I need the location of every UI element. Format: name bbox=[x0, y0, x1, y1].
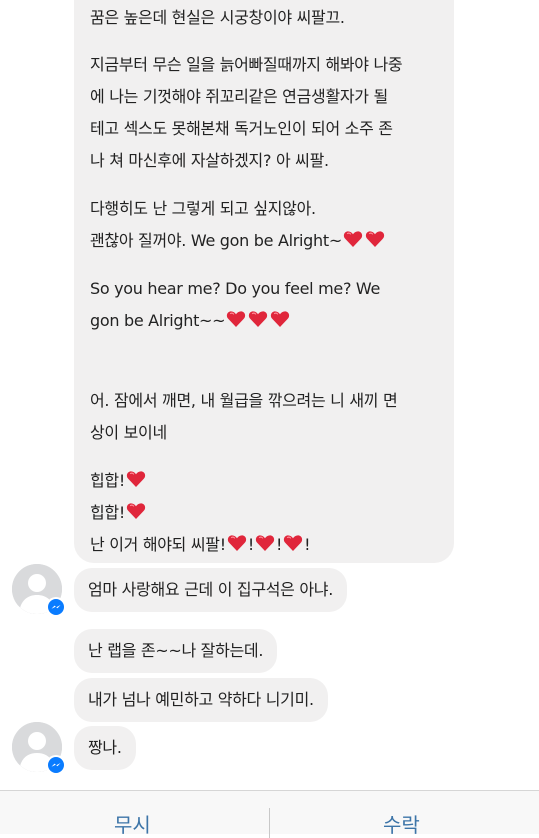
message-paragraph: 다행히도 난 그렇게 되고 싶지않아. 괜찮아 질꺼야. We gon be A… bbox=[90, 193, 438, 257]
heart-icon bbox=[283, 535, 303, 551]
message-line: 에 나는 기껏해야 쥐꼬리같은 연금생활자가 될 bbox=[90, 87, 388, 106]
message-text: 난 이거 해야되 씨팔! bbox=[90, 535, 226, 554]
heart-icon bbox=[126, 503, 146, 519]
message-paragraph: 꿈은 높은데 현실은 시궁창이야 씨팔끄. bbox=[90, 2, 438, 34]
message-bubble: 엄마 사랑해요 근데 이 집구석은 아냐. bbox=[74, 568, 348, 612]
heart-icon bbox=[365, 231, 385, 247]
message-line: 꿈은 높은데 현실은 시궁창이야 씨팔끄. bbox=[90, 8, 345, 27]
message-paragraph: 힙합! 힙합! 난 이거 해야되 씨팔!!!! bbox=[90, 465, 438, 561]
accept-button[interactable]: 수락 bbox=[383, 812, 420, 838]
message-line: 난 이거 해야되 씨팔!!!! bbox=[90, 529, 438, 561]
heart-icon bbox=[255, 535, 275, 551]
messenger-badge-icon bbox=[46, 755, 66, 775]
message-text: 힙합! bbox=[90, 503, 125, 522]
heart-icon bbox=[227, 535, 246, 551]
message-text: 난 랩을 존~~나 잘하는데. bbox=[88, 641, 264, 660]
messenger-badge-icon bbox=[46, 597, 66, 617]
heart-icon bbox=[126, 471, 146, 487]
heart-icon bbox=[271, 311, 290, 327]
heart-icon bbox=[227, 311, 246, 327]
message-line: 어. 잠에서 깨면, 내 월급을 깎으려는 니 새끼 면 bbox=[90, 391, 398, 410]
message-bubble: 짱나. bbox=[74, 726, 136, 770]
message-text: gon be Alright~~ bbox=[90, 311, 226, 330]
message-text: 괜찮아 질꺼야. We gon be Alright~ bbox=[90, 231, 342, 250]
message-line: 괜찮아 질꺼야. We gon be Alright~ bbox=[90, 225, 438, 257]
ignore-button[interactable]: 무시 bbox=[114, 812, 151, 838]
message-line: 지금부터 무슨 일을 늙어빠질때까지 해봐야 나중 bbox=[90, 55, 403, 74]
message-text: ! bbox=[304, 535, 311, 554]
message-text: 내가 넘나 예민하고 약하다 니기미. bbox=[88, 690, 314, 709]
message-line: 다행히도 난 그렇게 되고 싶지않아. bbox=[90, 199, 316, 218]
action-divider bbox=[269, 808, 270, 838]
message-line: So you hear me? Do you feel me? We bbox=[90, 279, 381, 298]
message-paragraph: 어. 잠에서 깨면, 내 월급을 깎으려는 니 새끼 면 상이 보이네 bbox=[90, 385, 438, 449]
message-text: 엄마 사랑해요 근데 이 집구석은 아냐. bbox=[88, 580, 334, 599]
message-line: 힙합! bbox=[90, 465, 438, 497]
heart-icon bbox=[343, 231, 363, 247]
message-text: 힙합! bbox=[90, 471, 125, 490]
message-text: 짱나. bbox=[88, 738, 122, 757]
message-text: ! bbox=[275, 535, 283, 554]
message-paragraph: So you hear me? Do you feel me? We gon b… bbox=[90, 273, 438, 337]
message-line: 힙합! bbox=[90, 497, 438, 529]
message-bubble: 내가 넘나 예민하고 약하다 니기미. bbox=[74, 678, 328, 722]
message-text: ! bbox=[247, 535, 254, 554]
message-line: 상이 보이네 bbox=[90, 423, 167, 442]
message-bubble-long: 꿈은 높은데 현실은 시궁창이야 씨팔끄. 지금부터 무슨 일을 늙어빠질때까지… bbox=[74, 0, 454, 563]
message-paragraph: 지금부터 무슨 일을 늙어빠질때까지 해봐야 나중 에 나는 기껏해야 쥐꼬리같… bbox=[90, 49, 438, 177]
heart-icon bbox=[249, 311, 268, 327]
message-line: gon be Alright~~ bbox=[90, 305, 438, 337]
message-bubble: 난 랩을 존~~나 잘하는데. bbox=[74, 629, 278, 673]
message-line: 테고 섹스도 못해본채 독거노인이 되어 소주 존 bbox=[90, 119, 393, 138]
message-line: 나 쳐 마신후에 자살하겠지? 아 씨팔. bbox=[90, 151, 329, 170]
